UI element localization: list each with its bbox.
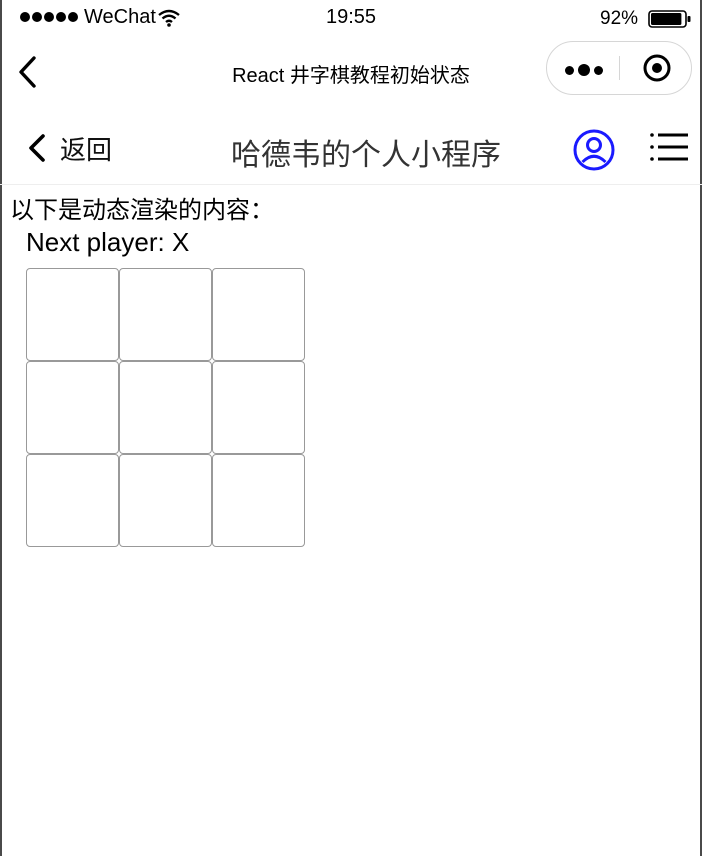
battery-icon <box>648 10 691 28</box>
board-square[interactable] <box>212 268 305 361</box>
mini-program-nav-bar: React 井字棋教程初始状态 <box>0 40 702 104</box>
more-dots-icon[interactable] <box>547 42 619 94</box>
board-row <box>26 361 305 454</box>
battery-percent: 92% <box>600 8 639 29</box>
menu-icon[interactable] <box>650 132 688 162</box>
board-row <box>26 454 305 547</box>
board-square[interactable] <box>26 268 119 361</box>
board-square[interactable] <box>212 361 305 454</box>
user-icon[interactable] <box>572 128 616 172</box>
app-header: 返回 哈德韦的个人小程序 <box>0 110 702 185</box>
board-square[interactable] <box>119 361 212 454</box>
capsule-menu <box>546 41 692 95</box>
board-square[interactable] <box>212 454 305 547</box>
capsule-close-button[interactable] <box>631 42 687 94</box>
board-square[interactable] <box>119 454 212 547</box>
game-board <box>26 268 305 547</box>
game-status: Next player: X <box>26 227 190 257</box>
board-square[interactable] <box>26 454 119 547</box>
status-bar: WeChat 19:55 92% <box>0 0 702 40</box>
board-square[interactable] <box>119 268 212 361</box>
intro-text: 以下是动态渲染的内容： <box>10 197 274 224</box>
status-time: 19:55 <box>325 6 377 28</box>
board-row <box>26 268 305 361</box>
board-square[interactable] <box>26 361 119 454</box>
capsule-divider <box>619 56 620 80</box>
target-close-icon <box>643 54 671 82</box>
